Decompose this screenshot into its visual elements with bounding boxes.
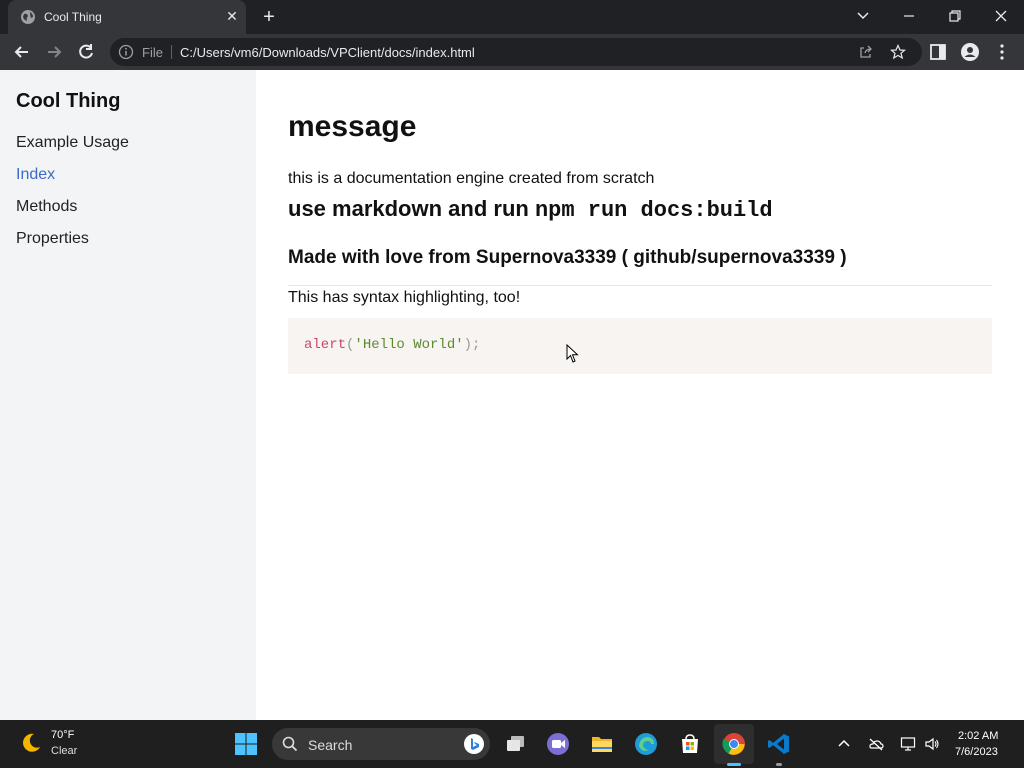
onedrive-offline-icon[interactable] — [868, 736, 884, 752]
url-scheme-label: File — [142, 45, 163, 60]
new-tab-button[interactable]: + — [258, 6, 280, 28]
info-icon[interactable] — [118, 44, 134, 60]
globe-icon — [21, 10, 35, 24]
reload-icon[interactable] — [76, 42, 96, 62]
omnibox-divider — [171, 45, 172, 59]
url-text[interactable]: C:/Users/vm6/Downloads/VPClient/docs/ind… — [180, 45, 475, 60]
close-tab-icon[interactable]: ✕ — [224, 8, 240, 24]
taskbar-search-box[interactable]: Search — [272, 728, 490, 760]
search-icon — [282, 736, 298, 752]
search-label: Search — [308, 737, 353, 753]
edge-browser-icon[interactable] — [634, 732, 658, 756]
page-title: message — [288, 110, 417, 143]
task-view-icon[interactable] — [504, 732, 528, 756]
browser-toolbar: File C:/Users/vm6/Downloads/VPClient/doc… — [0, 34, 1024, 70]
browser-tab[interactable]: Cool Thing ✕ — [8, 0, 246, 34]
browser-tabstrip: Cool Thing ✕ + — [0, 0, 1024, 34]
intro-paragraph: this is a documentation engine created f… — [288, 170, 655, 187]
sidebar-item-methods[interactable]: Methods — [16, 198, 77, 216]
site-title[interactable]: Cool Thing — [16, 90, 120, 113]
moon-weather-icon[interactable] — [20, 732, 42, 754]
side-panel-icon[interactable] — [928, 42, 948, 62]
mouse-cursor-icon — [566, 344, 579, 363]
windows-start-icon[interactable] — [235, 733, 257, 755]
restore-button[interactable] — [940, 5, 970, 27]
clock-time[interactable]: 2:02 AM — [958, 730, 998, 742]
syntax-note: This has syntax highlighting, too! — [288, 289, 521, 306]
docs-content: message this is a documentation engine c… — [288, 70, 992, 720]
network-icon[interactable] — [900, 736, 916, 752]
vscode-icon[interactable] — [767, 732, 791, 756]
more-menu-icon[interactable] — [992, 42, 1012, 62]
bing-icon[interactable] — [464, 734, 484, 754]
address-bar[interactable]: File C:/Users/vm6/Downloads/VPClient/doc… — [110, 38, 922, 66]
file-explorer-icon[interactable] — [590, 732, 614, 756]
vscode-running-indicator — [776, 763, 782, 766]
back-arrow-icon[interactable] — [12, 42, 32, 62]
forward-arrow-icon[interactable] — [44, 42, 64, 62]
weather-condition[interactable]: Clear — [51, 745, 77, 757]
microsoft-store-icon[interactable] — [678, 732, 702, 756]
code-function-token: alert — [304, 337, 347, 353]
close-window-button[interactable] — [986, 5, 1016, 27]
code-string-token: 'Hello World' — [354, 337, 464, 353]
tab-title: Cool Thing — [44, 10, 102, 24]
code-punctuation-token: ); — [463, 337, 481, 353]
build-heading-text: use markdown and run — [288, 196, 535, 221]
teams-chat-icon[interactable] — [546, 732, 570, 756]
sidebar-item-properties[interactable]: Properties — [16, 230, 89, 248]
docs-sidebar: Cool Thing Example Usage Index Methods P… — [0, 70, 256, 720]
divider — [288, 285, 992, 286]
build-heading: use markdown and run npm run docs:build — [288, 196, 773, 223]
weather-temperature[interactable]: 70°F — [51, 729, 74, 741]
chrome-browser-icon[interactable] — [722, 732, 746, 756]
code-line: alert('Hello World'); — [304, 337, 480, 353]
windows-taskbar: 70°F Clear Search 2:02 AM 7/6/2023 — [0, 720, 1024, 768]
bookmark-star-icon[interactable] — [890, 44, 906, 60]
chevron-up-icon[interactable] — [836, 736, 852, 752]
profile-avatar-icon[interactable] — [960, 42, 980, 62]
volume-icon[interactable] — [924, 736, 940, 752]
share-icon[interactable] — [858, 44, 874, 60]
code-block: alert('Hello World'); — [288, 318, 992, 374]
credits-heading: Made with love from Supernova3339 ( gith… — [288, 247, 847, 268]
sidebar-item-index[interactable]: Index — [16, 166, 55, 184]
build-command-code: npm run docs:build — [534, 198, 773, 223]
clock-date[interactable]: 7/6/2023 — [955, 746, 998, 758]
chrome-active-indicator — [727, 763, 741, 766]
tab-search-icon[interactable] — [848, 5, 878, 27]
minimize-button[interactable] — [894, 5, 924, 27]
sidebar-item-example-usage[interactable]: Example Usage — [16, 134, 129, 152]
